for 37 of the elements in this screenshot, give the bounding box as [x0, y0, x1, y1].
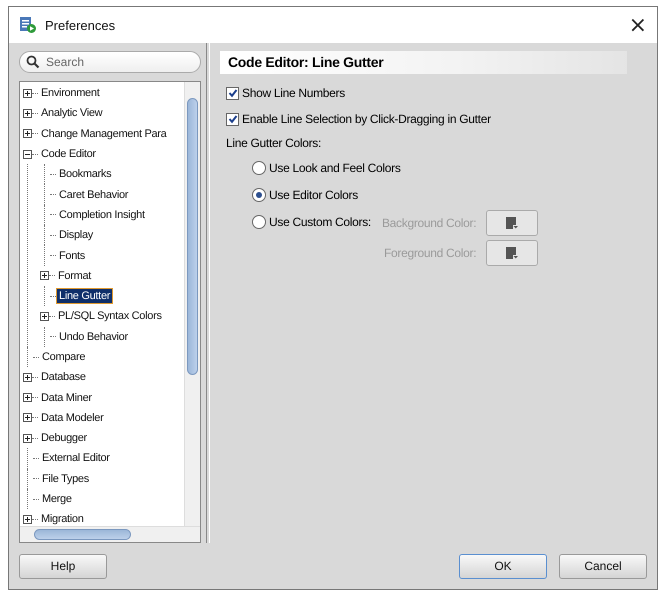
- tree-item[interactable]: Debugger: [39, 431, 89, 446]
- tree-item[interactable]: PL/SQL Syntax Colors: [56, 309, 164, 324]
- tree-item[interactable]: Data Modeler: [39, 410, 106, 425]
- radio-label: Use Custom Colors:: [269, 215, 371, 229]
- window-title: Preferences: [45, 18, 116, 32]
- tree-item[interactable]: Analytic View: [39, 106, 104, 120]
- help-button[interactable]: Help: [19, 554, 107, 578]
- tree-item[interactable]: Code Editor: [39, 147, 98, 162]
- radio-label: Use Look and Feel Colors: [269, 160, 401, 174]
- checkbox-label: Enable Line Selection by Click-Dragging in Gutter: [242, 112, 491, 126]
- tree-item[interactable]: Undo Behavior: [57, 330, 130, 344]
- close-button[interactable]: ×: [628, 12, 647, 38]
- tree-item[interactable]: External Editor: [40, 451, 112, 466]
- tree-item[interactable]: Caret Behavior: [57, 188, 130, 202]
- tree-item[interactable]: Display: [57, 228, 95, 242]
- tree-item[interactable]: Database: [39, 370, 88, 384]
- radio-label: Use Editor Colors: [269, 188, 358, 202]
- tree-item[interactable]: Merge: [40, 492, 74, 506]
- tree-item[interactable]: Migration: [39, 512, 86, 526]
- color-label: Foreground Color:: [384, 246, 476, 260]
- tree-item[interactable]: Line Gutter: [57, 289, 112, 304]
- ok-button[interactable]: OK: [459, 554, 547, 578]
- tree-item[interactable]: Format: [56, 268, 94, 283]
- search-field[interactable]: Search: [19, 51, 201, 73]
- color-label: Background Color:: [382, 216, 476, 230]
- cancel-button[interactable]: Cancel: [559, 554, 647, 578]
- group-label: Line Gutter Colors:: [225, 135, 322, 152]
- tree-item[interactable]: Fonts: [57, 248, 88, 263]
- tree-item[interactable]: Completion Insight: [57, 208, 147, 222]
- checkbox-label: Show Line Numbers: [242, 86, 345, 100]
- tree-item[interactable]: File Types: [40, 472, 91, 486]
- tree-item[interactable]: Environment: [39, 86, 102, 100]
- tree-item[interactable]: Data Miner: [39, 390, 94, 405]
- tree-item[interactable]: Bookmarks: [57, 167, 114, 182]
- tree-item[interactable]: Compare: [40, 350, 88, 364]
- tree-item[interactable]: Change Management Para: [39, 126, 168, 141]
- section-header: Code Editor: Line Gutter: [220, 51, 627, 74]
